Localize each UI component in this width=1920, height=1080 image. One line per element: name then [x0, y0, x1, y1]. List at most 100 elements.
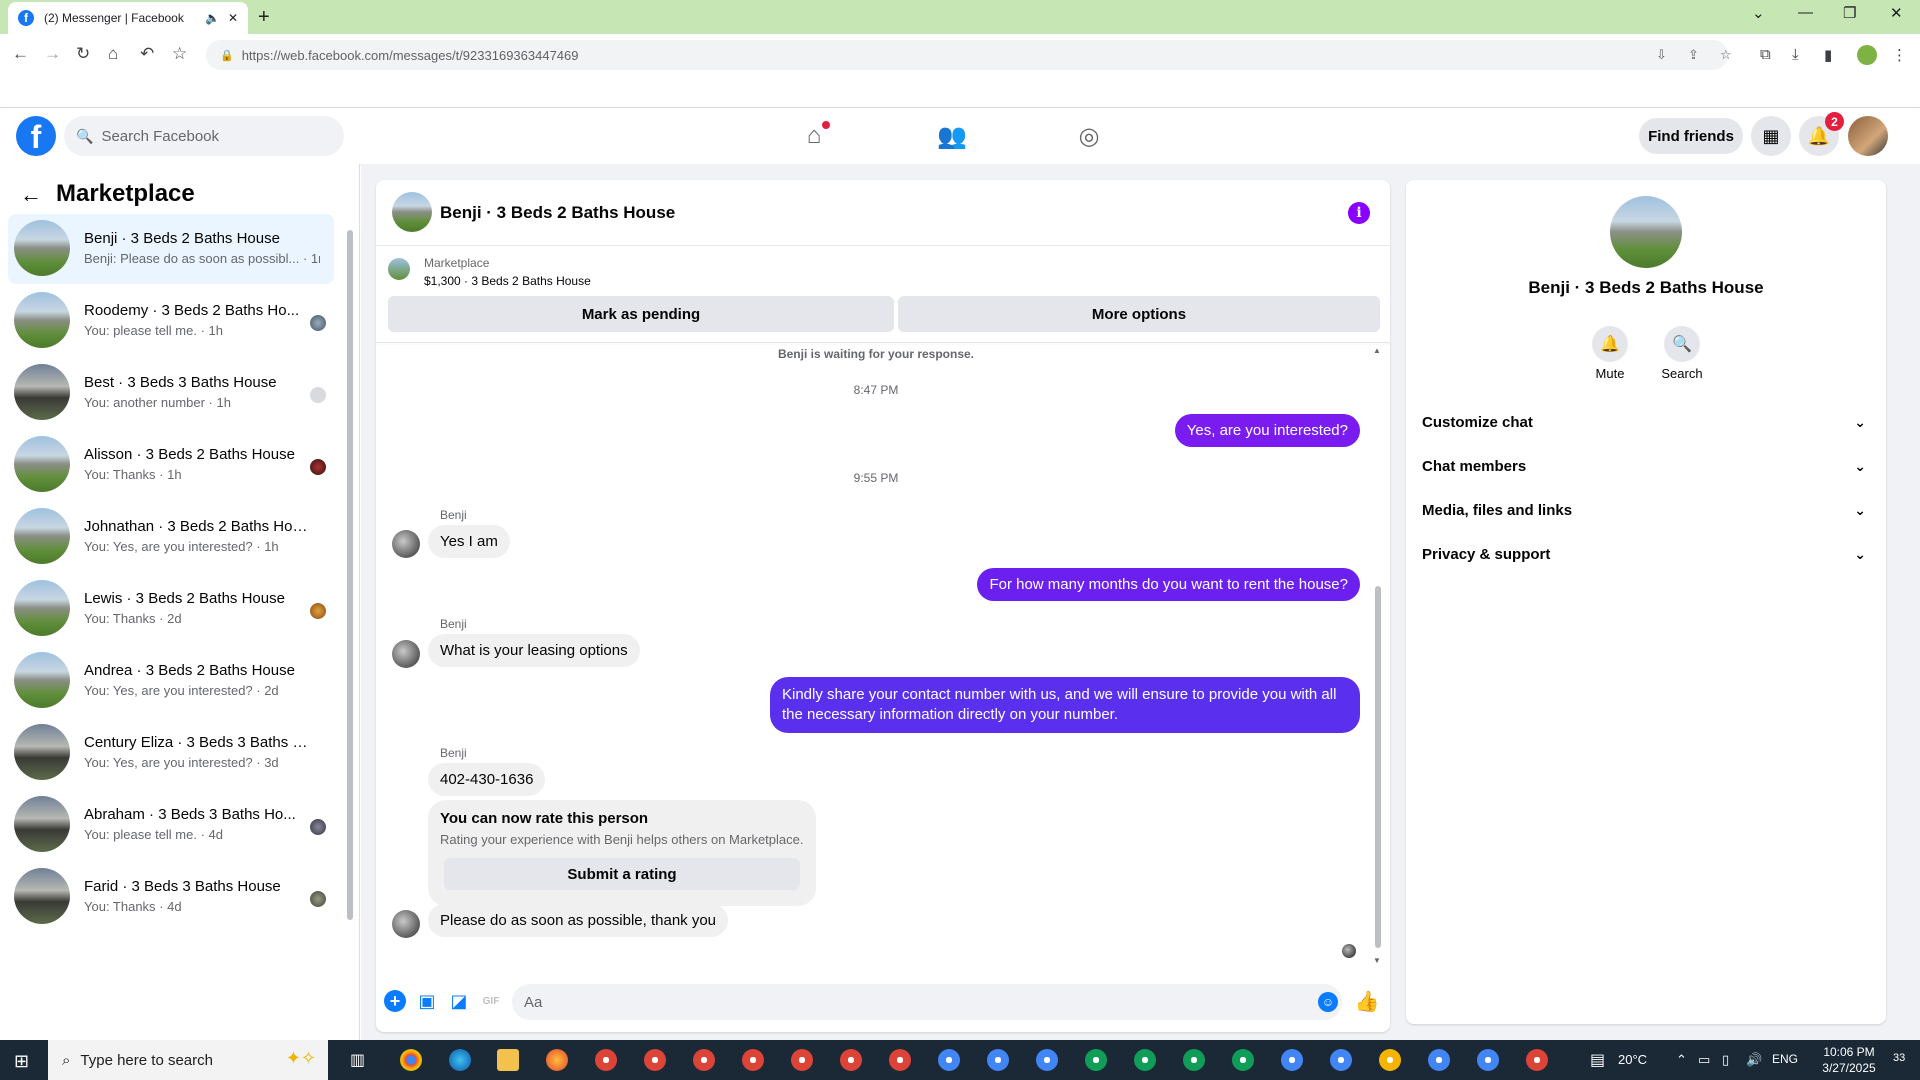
facebook-search-input[interactable]: 🔍 Search Facebook	[64, 116, 344, 156]
groups-nav-icon[interactable]: ◎	[1074, 122, 1104, 150]
friends-nav-icon[interactable]: 👥	[937, 122, 967, 150]
gif-icon[interactable]: GIF	[480, 990, 502, 1012]
edge-app-icon[interactable]	[449, 1049, 471, 1071]
sender-avatar[interactable]	[392, 640, 420, 668]
scroll-up-icon[interactable]: ▲	[1373, 346, 1381, 355]
tray-chevron-icon[interactable]: ⌃	[1676, 1052, 1687, 1068]
chrome-profile-icon[interactable]	[1428, 1049, 1450, 1071]
chrome-profile-icon[interactable]	[987, 1049, 1009, 1071]
taskbar-clock[interactable]: 10:06 PM 3/27/2025	[1810, 1044, 1888, 1076]
bookmark-icon[interactable]: ☆	[1720, 47, 1732, 63]
conversation-item[interactable]: Farid · 3 Beds 3 Baths House You: Thanks…	[8, 862, 334, 932]
chrome-profile-icon[interactable]	[1526, 1049, 1548, 1071]
back-arrow-icon[interactable]: ←	[20, 182, 42, 208]
messages-scrollbar[interactable]: ▲ ▼	[1372, 346, 1384, 966]
crop-icon[interactable]: ⧉	[1760, 46, 1771, 63]
temperature[interactable]: 20°C	[1618, 1052, 1647, 1067]
browser-profile-icon[interactable]	[1857, 45, 1877, 65]
incoming-message[interactable]: Yes I am	[428, 525, 510, 558]
chrome-profile-icon[interactable]	[595, 1049, 617, 1071]
taskbar-search-input[interactable]: ⌕ Type here to search ✦✧	[48, 1040, 328, 1080]
downloads-icon[interactable]: ⤓	[1792, 46, 1799, 63]
window-close-icon[interactable]: ✕	[1890, 4, 1903, 22]
chrome-profile-icon[interactable]	[1330, 1049, 1352, 1071]
chrome-profile-icon[interactable]	[1477, 1049, 1499, 1071]
thumbs-up-icon[interactable]: 👍	[1355, 990, 1380, 1013]
conversation-item[interactable]: Andrea · 3 Beds 2 Baths House You: Yes, …	[8, 646, 334, 716]
messages-scroll-thumb[interactable]	[1375, 586, 1381, 948]
chrome-profile-icon[interactable]	[1379, 1049, 1401, 1071]
volume-icon[interactable]: 🔊	[1746, 1052, 1762, 1068]
conversation-item[interactable]: Century Eliza · 3 Beds 3 Baths H... You:…	[8, 718, 334, 788]
sidebar-scroll-thumb[interactable]	[347, 230, 353, 920]
tab-search-icon[interactable]: ⌄	[1752, 4, 1765, 22]
outgoing-message[interactable]: For how many months do you want to rent …	[977, 568, 1360, 601]
bookmark-star-icon[interactable]: ☆	[172, 44, 187, 64]
chat-avatar[interactable]	[392, 192, 432, 232]
submit-rating-button[interactable]: Submit a rating	[444, 858, 800, 890]
chrome-app-icon[interactable]	[400, 1049, 422, 1071]
chat-members-row[interactable]: Chat members ⌄	[1422, 448, 1870, 484]
outgoing-message[interactable]: Kindly share your contact number with us…	[770, 677, 1360, 733]
forward-icon[interactable]: →	[44, 44, 61, 64]
chrome-profile-icon[interactable]	[791, 1049, 813, 1071]
install-app-icon[interactable]: ⇩	[1656, 47, 1667, 63]
incoming-message[interactable]: 402-430-1636	[428, 763, 546, 796]
more-options-button[interactable]: More options	[898, 296, 1380, 332]
back-icon[interactable]: ←	[12, 44, 29, 64]
chrome-profile-icon[interactable]	[1232, 1049, 1254, 1071]
privacy-support-row[interactable]: Privacy & support ⌄	[1422, 536, 1870, 572]
mute-bell-icon[interactable]: 🔔	[1592, 326, 1628, 362]
listing-profile-picture[interactable]	[1610, 196, 1682, 268]
file-explorer-icon[interactable]	[497, 1049, 519, 1071]
side-panel-icon[interactable]: ▮	[1824, 46, 1832, 64]
info-icon[interactable]: i	[1348, 202, 1370, 224]
chrome-profile-icon[interactable]	[889, 1049, 911, 1071]
photo-icon[interactable]: ▣	[416, 990, 438, 1012]
chat-title[interactable]: Benji · 3 Beds 2 Baths House	[440, 203, 675, 223]
conversation-item[interactable]: Alisson · 3 Beds 2 Baths House You: Than…	[8, 430, 334, 500]
emoji-icon[interactable]: ☺	[1318, 992, 1338, 1012]
conversation-item[interactable]: Roodemy · 3 Beds 2 Baths Ho... You: plea…	[8, 286, 334, 356]
browser-tab[interactable]: f (2) Messenger | Facebook 🔈 ✕	[8, 2, 248, 34]
sender-avatar[interactable]	[392, 530, 420, 558]
message-input[interactable]: Aa	[512, 984, 1342, 1020]
chrome-profile-icon[interactable]	[938, 1049, 960, 1071]
chrome-profile-icon[interactable]	[1281, 1049, 1303, 1071]
sticker-icon[interactable]: ◪	[448, 990, 470, 1012]
sender-avatar[interactable]	[392, 910, 420, 938]
undo-icon[interactable]: ↶	[140, 44, 154, 64]
sidebar-scrollbar[interactable]	[346, 216, 354, 920]
conversation-item[interactable]: Benji · 3 Beds 2 Baths House Benji: Plea…	[8, 214, 334, 284]
menu-grid-icon[interactable]: ▦	[1751, 116, 1791, 156]
share-icon[interactable]: ⇪	[1688, 47, 1699, 63]
outgoing-message[interactable]: Yes, are you interested?	[1174, 414, 1360, 447]
network-icon[interactable]: ▯	[1722, 1052, 1729, 1068]
incoming-message[interactable]: Please do as soon as possible, thank you	[428, 904, 729, 937]
search-icon[interactable]: 🔍	[1664, 326, 1700, 362]
home-icon[interactable]: ⌂	[108, 44, 118, 64]
conversation-item[interactable]: Best · 3 Beds 3 Baths House You: another…	[8, 358, 334, 428]
chrome-profile-icon[interactable]	[1036, 1049, 1058, 1071]
url-field[interactable]: 🔒 https://web.facebook.com/messages/t/92…	[206, 40, 1732, 70]
task-view-icon[interactable]: ▥	[350, 1050, 365, 1070]
weather-icon[interactable]: ▤	[1590, 1050, 1605, 1070]
speaker-icon[interactable]: 🔈	[205, 11, 220, 25]
reload-icon[interactable]: ↻	[76, 44, 90, 64]
tab-close-icon[interactable]: ✕	[228, 11, 238, 25]
notification-center-count[interactable]: 33	[1893, 1052, 1905, 1064]
chrome-profile-icon[interactable]	[742, 1049, 764, 1071]
chrome-profile-icon[interactable]	[693, 1049, 715, 1071]
meet-icon[interactable]: ▭	[1698, 1052, 1710, 1068]
find-friends-button[interactable]: Find friends	[1639, 118, 1743, 154]
browser-menu-icon[interactable]: ⋮	[1892, 46, 1907, 64]
conversation-item[interactable]: Lewis · 3 Beds 2 Baths House You: Thanks…	[8, 574, 334, 644]
listing-price-title[interactable]: $1,300 · 3 Beds 2 Baths House	[424, 274, 591, 288]
conversation-item[interactable]: Johnathan · 3 Beds 2 Baths House You: Ye…	[8, 502, 334, 572]
windows-start-icon[interactable]: ⊞	[14, 1051, 29, 1072]
language-indicator[interactable]: ENG	[1772, 1052, 1798, 1066]
chrome-profile-icon[interactable]	[1085, 1049, 1107, 1071]
new-tab-icon[interactable]: +	[258, 6, 270, 29]
chrome-profile-icon[interactable]	[644, 1049, 666, 1071]
chrome-profile-icon[interactable]	[840, 1049, 862, 1071]
